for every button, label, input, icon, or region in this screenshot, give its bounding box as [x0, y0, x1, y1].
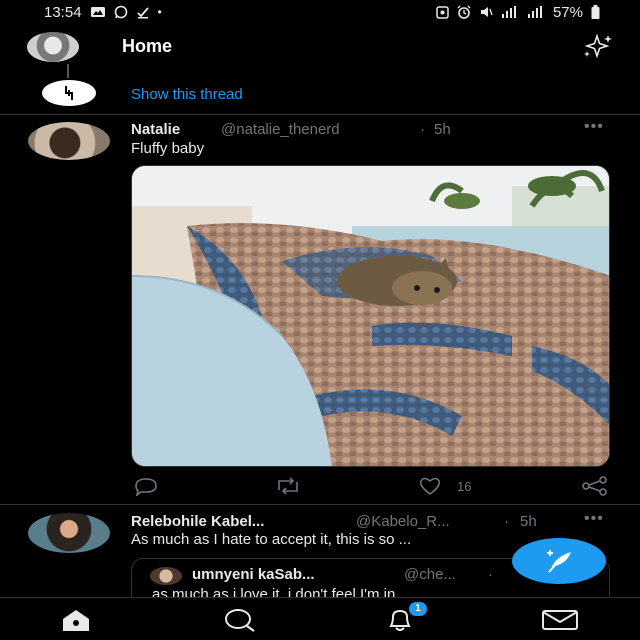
- status-bar-right: 57%: [436, 4, 600, 21]
- tweet-media-image[interactable]: [131, 165, 610, 467]
- tweet-timestamp[interactable]: 5h: [434, 121, 451, 138]
- like-button[interactable]: 16: [417, 476, 471, 496]
- retweet-icon: [278, 477, 298, 495]
- more-options-icon[interactable]: •••: [584, 118, 604, 136]
- compose-feather-icon: [547, 550, 571, 573]
- show-thread-link[interactable]: Show this thread: [131, 86, 243, 103]
- share-icon: [582, 476, 607, 496]
- status-time: 13:54: [44, 3, 82, 21]
- quoted-author-name: umnyeni kaSab...: [192, 566, 315, 583]
- thread-logo-icon: [65, 86, 73, 100]
- profile-avatar-button[interactable]: [27, 32, 79, 62]
- notification-count-badge: 1: [409, 602, 427, 616]
- tweet-author-handle[interactable]: @Kabelo_R...: [356, 513, 450, 530]
- alarm-icon: [457, 5, 471, 19]
- reply-button[interactable]: [133, 476, 159, 496]
- quoted-separator: ·: [488, 566, 493, 583]
- battery-percent: 57%: [552, 3, 583, 21]
- more-options-icon[interactable]: •••: [584, 510, 604, 528]
- messages-mail-icon[interactable]: [540, 608, 580, 632]
- tweet-timestamp[interactable]: 5h: [520, 513, 537, 530]
- page-title: Home: [122, 36, 173, 56]
- tweet-divider: [0, 114, 640, 115]
- heart-icon: [419, 477, 441, 495]
- download-done-icon: [136, 7, 149, 19]
- reply-icon: [135, 478, 157, 496]
- whatsapp-icon: [114, 5, 127, 19]
- tweet-text: As much as I hate to accept it, this is …: [131, 531, 412, 548]
- cat-on-blanket-photo: [132, 166, 609, 466]
- dot-icon: •: [157, 5, 162, 19]
- app-notification-icon: [436, 5, 449, 19]
- thread-avatar[interactable]: [42, 80, 96, 106]
- tweet-author-handle[interactable]: @natalie_thenerd: [221, 121, 340, 138]
- top-app-bar: Home: [0, 24, 640, 68]
- signal-icon: [501, 6, 516, 18]
- gallery-icon: [90, 7, 105, 17]
- tweet-author-name[interactable]: Natalie: [131, 121, 180, 138]
- tweet-divider: [0, 504, 640, 505]
- tweet-author-avatar[interactable]: [28, 513, 110, 553]
- tweet-text: Fluffy baby: [131, 140, 205, 157]
- search-icon[interactable]: [222, 608, 258, 632]
- battery-icon: [591, 5, 600, 19]
- signal-icon-2: [527, 6, 542, 18]
- mute-icon: [480, 7, 493, 17]
- status-bar-left: 13:54 •: [44, 4, 162, 21]
- like-count: 16: [457, 478, 472, 494]
- bottom-navigation: [0, 597, 640, 640]
- quoted-author-avatar: [150, 567, 182, 585]
- tweet-actions-bar: 16: [131, 476, 610, 498]
- thread-connector-line: [67, 64, 69, 78]
- home-icon[interactable]: [60, 608, 92, 632]
- tweet-separator: ·: [504, 513, 509, 530]
- tweet-author-avatar[interactable]: [28, 122, 110, 160]
- retweet-button[interactable]: [273, 476, 303, 496]
- quoted-author-handle: @che...: [404, 566, 456, 583]
- status-bar: 13:54 • 57%: [0, 0, 640, 24]
- tweet-separator: ·: [420, 121, 425, 138]
- share-button[interactable]: [581, 476, 609, 496]
- compose-tweet-button[interactable]: [512, 538, 606, 584]
- tweet-author-name[interactable]: Relebohile Kabel...: [131, 513, 264, 530]
- sparkle-icon[interactable]: [580, 32, 614, 60]
